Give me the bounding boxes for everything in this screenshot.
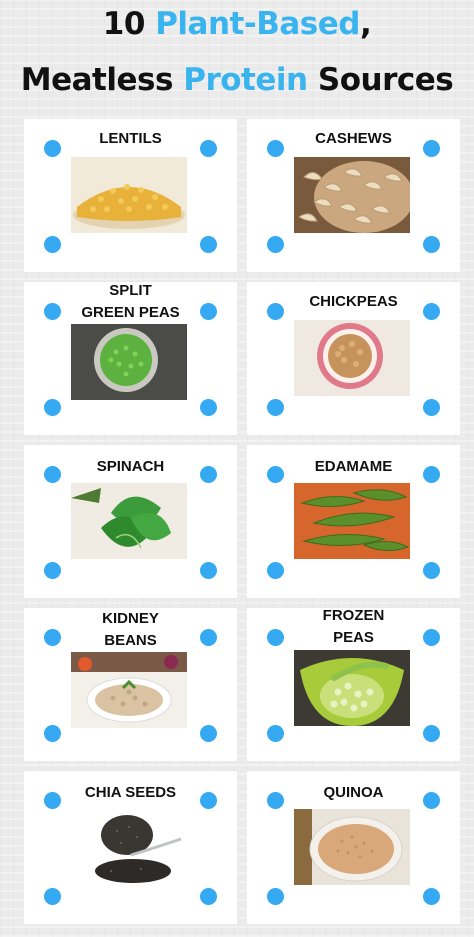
kidney-beans-photo [71, 652, 187, 728]
dot-icon [44, 792, 61, 809]
dot-icon [200, 792, 217, 809]
dot-icon [44, 562, 61, 579]
lentils-photo [71, 157, 187, 233]
dot-icon [200, 303, 217, 320]
dot-icon [200, 888, 217, 905]
dot-icon [44, 236, 61, 253]
edamame-photo [294, 483, 410, 559]
dot-icon [44, 466, 61, 483]
frozen-peas-photo [294, 650, 410, 726]
dot-icon [44, 725, 61, 742]
dot-icon [200, 140, 217, 157]
dot-icon [44, 140, 61, 157]
dot-icon [267, 236, 284, 253]
title-line-2: Meatless Protein Sources [20, 62, 454, 98]
dot-icon [423, 725, 440, 742]
dot-icon [423, 303, 440, 320]
dot-icon [267, 466, 284, 483]
cashews-photo [294, 157, 410, 233]
dot-icon [267, 792, 284, 809]
card-kidney-beans: KIDNEY BEANS [24, 608, 237, 761]
dot-icon [267, 562, 284, 579]
title-accent-plant-based: Plant-Based [155, 6, 360, 42]
dot-icon [267, 140, 284, 157]
dot-icon [267, 725, 284, 742]
chickpeas-photo [294, 320, 410, 396]
card-split-green-peas: SPLIT GREEN PEAS [24, 282, 237, 435]
quinoa-photo [294, 809, 410, 885]
dot-icon [423, 792, 440, 809]
dot-icon [423, 562, 440, 579]
dot-icon [200, 399, 217, 416]
dot-icon [200, 629, 217, 646]
title-line-1: 10 Plant-Based, [102, 6, 372, 42]
dot-icon [423, 629, 440, 646]
dot-icon [44, 399, 61, 416]
spinach-photo [71, 483, 187, 559]
card-frozen-peas: FROZEN PEAS [247, 607, 460, 761]
dot-icon [267, 303, 284, 320]
dot-icon [200, 562, 217, 579]
dot-icon [200, 725, 217, 742]
dot-icon [423, 236, 440, 253]
card-chia-seeds: CHIA SEEDS [24, 771, 237, 924]
split-green-peas-photo [71, 324, 187, 400]
dot-icon [200, 466, 217, 483]
dot-icon [267, 888, 284, 905]
dot-icon [44, 303, 61, 320]
dot-icon [423, 466, 440, 483]
dot-icon [423, 140, 440, 157]
chia-seeds-photo [71, 809, 187, 885]
card-lentils: LENTILS [24, 119, 237, 272]
dot-icon [44, 888, 61, 905]
dot-icon [423, 399, 440, 416]
dot-icon [267, 629, 284, 646]
dot-icon [44, 629, 61, 646]
title-accent-protein: Protein [183, 62, 308, 98]
card-cashews: CASHEWS [247, 119, 460, 272]
card-spinach: SPINACH [24, 445, 237, 598]
card-edamame: EDAMAME [247, 445, 460, 598]
dot-icon [423, 888, 440, 905]
dot-icon [200, 236, 217, 253]
card-quinoa: QUINOA [247, 771, 460, 924]
card-chickpeas: CHICKPEAS [247, 282, 460, 435]
dot-icon [267, 399, 284, 416]
